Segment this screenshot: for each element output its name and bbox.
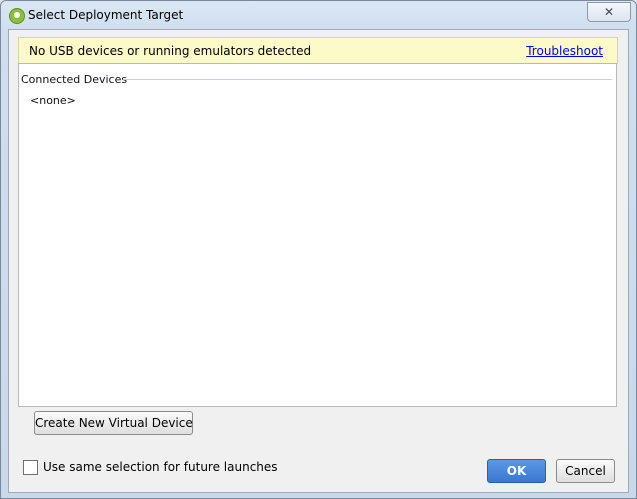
close-icon: ✕: [603, 5, 615, 19]
create-virtual-device-button[interactable]: Create New Virtual Device: [34, 411, 193, 435]
dialog-content: No USB devices or running emulators dete…: [8, 29, 629, 493]
android-studio-icon: [9, 8, 25, 24]
window-title: Select Deployment Target: [28, 8, 184, 22]
group-divider: [123, 79, 612, 80]
device-list-panel[interactable]: Connected Devices <none>: [18, 63, 617, 407]
close-button[interactable]: ✕: [587, 2, 631, 22]
notification-banner: No USB devices or running emulators dete…: [18, 37, 618, 64]
ok-button[interactable]: OK: [487, 459, 546, 483]
remember-selection-label[interactable]: Use same selection for future launches: [43, 460, 278, 474]
connected-devices-heading: Connected Devices: [21, 73, 128, 86]
cancel-button[interactable]: Cancel: [556, 459, 615, 483]
banner-message: No USB devices or running emulators dete…: [29, 44, 312, 58]
dialog-window: Select Deployment Target ✕ No USB device…: [0, 0, 637, 499]
title-bar[interactable]: Select Deployment Target ✕: [1, 1, 636, 29]
remember-selection-checkbox[interactable]: [23, 460, 38, 475]
list-item: <none>: [30, 94, 76, 107]
troubleshoot-link[interactable]: Troubleshoot: [526, 44, 603, 58]
